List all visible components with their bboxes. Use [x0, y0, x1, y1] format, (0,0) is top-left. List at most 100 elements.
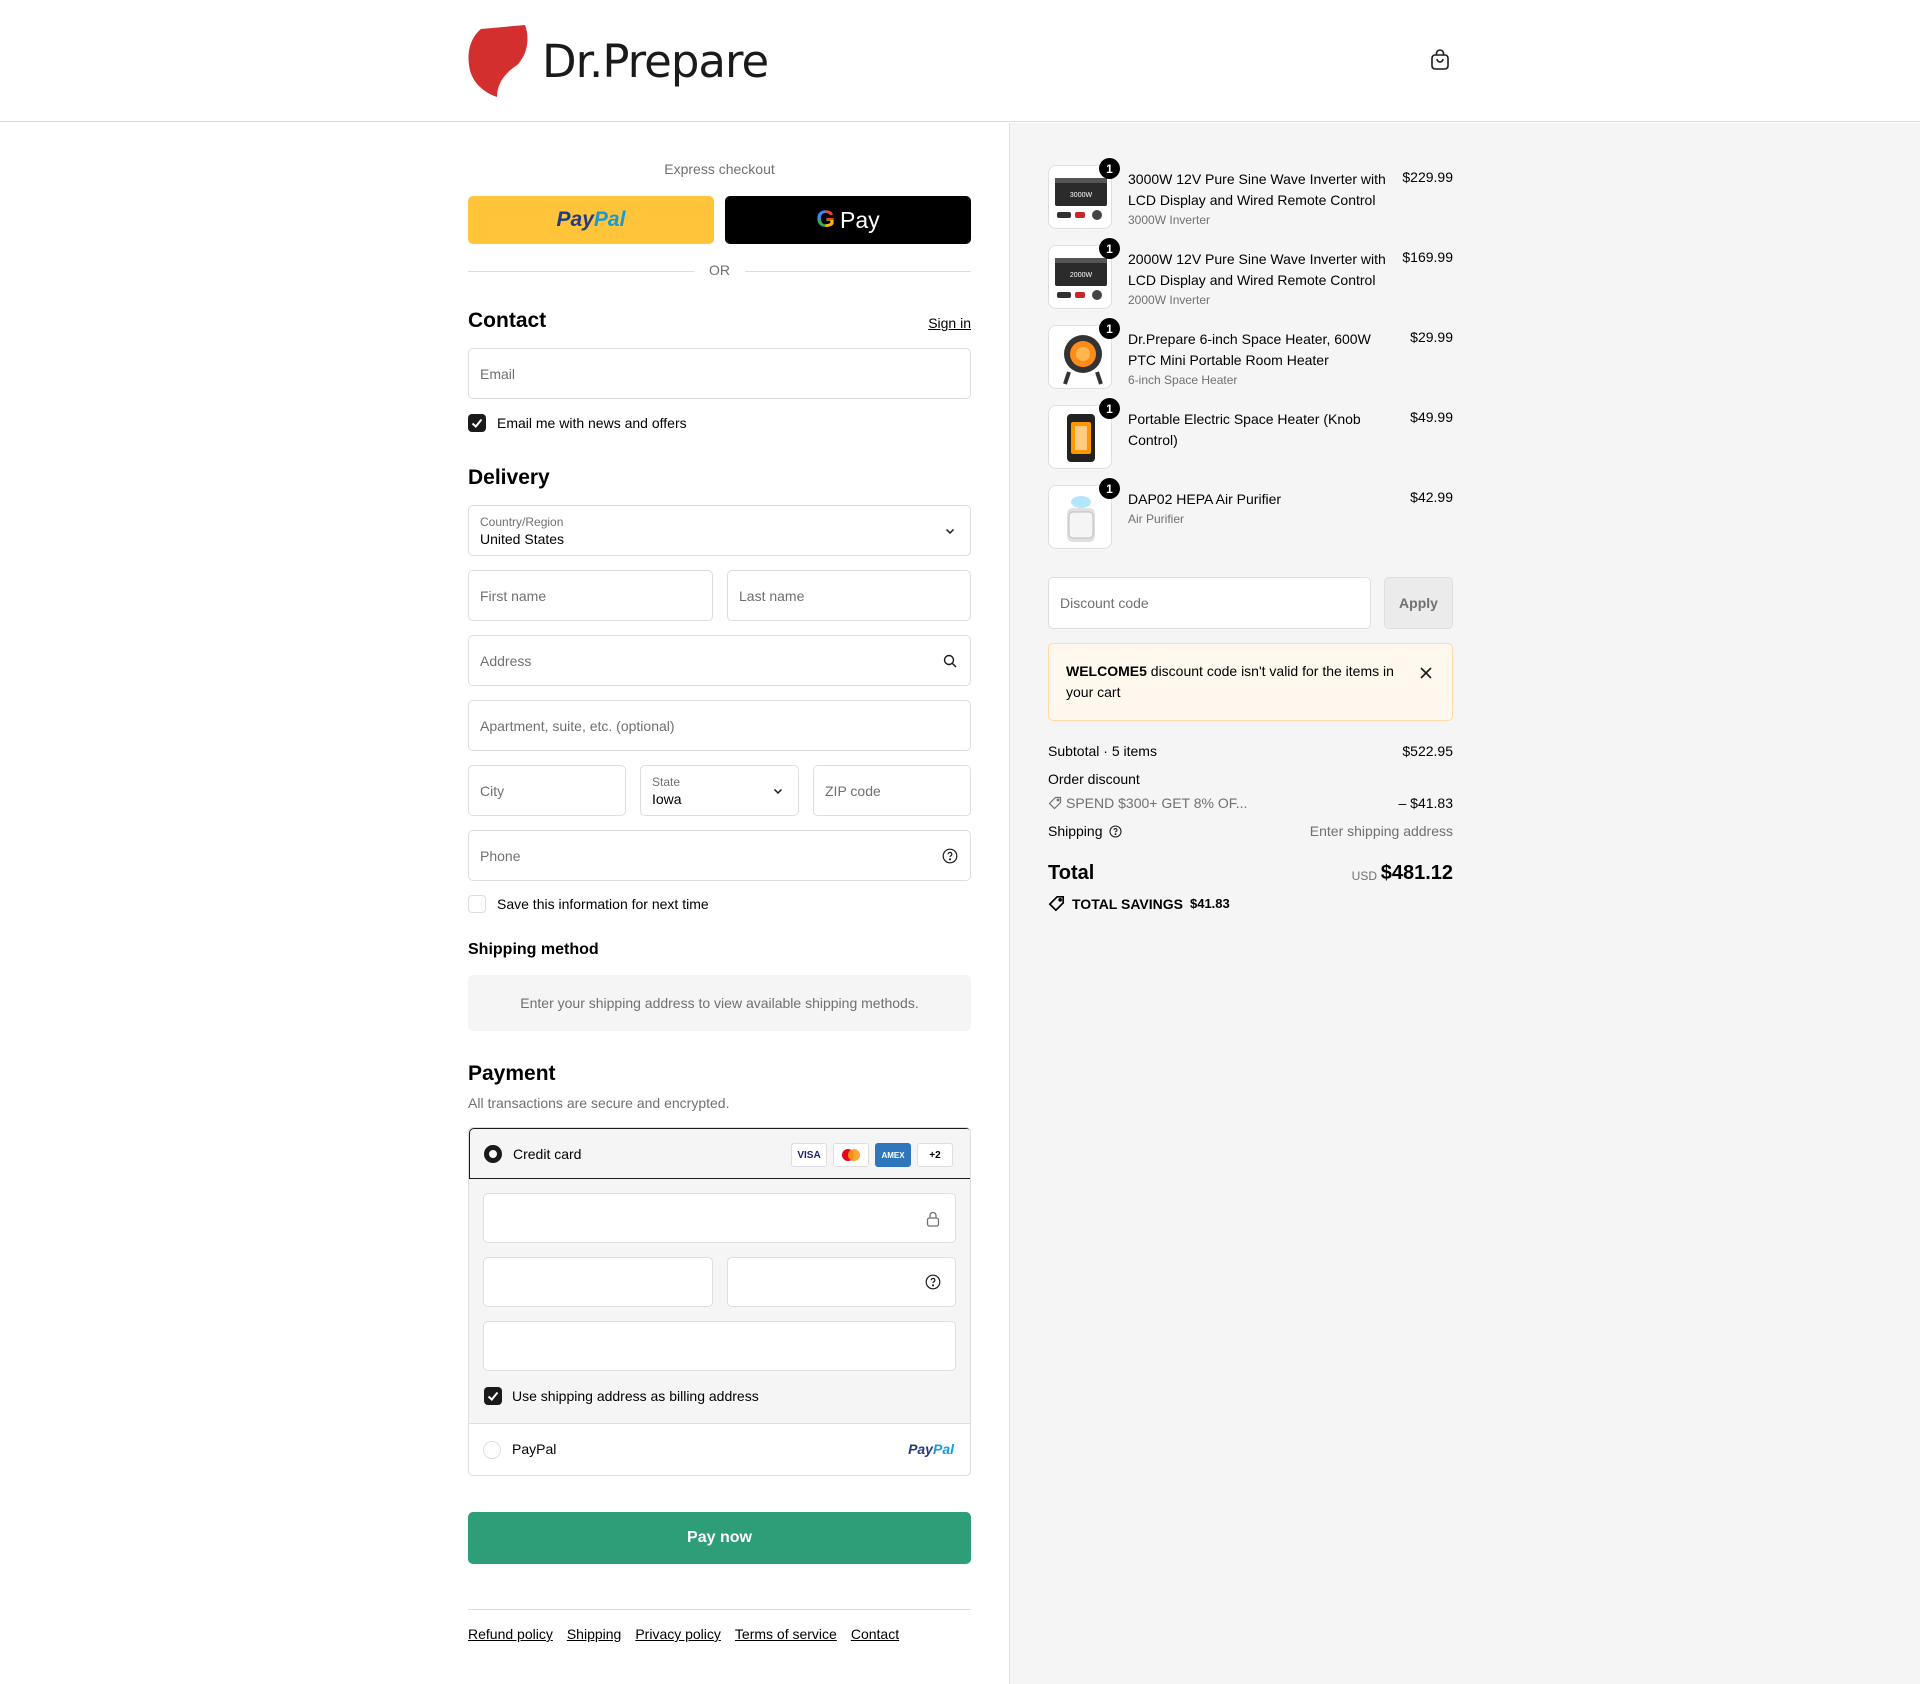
- shipping-label-text: Shipping: [1048, 823, 1103, 839]
- amex-icon: AMEX: [875, 1143, 911, 1167]
- total-value: $481.12: [1380, 862, 1453, 884]
- delivery-title: Delivery: [468, 466, 550, 489]
- item-variant: 3000W Inverter: [1128, 213, 1211, 227]
- refund-policy-link[interactable]: Refund policy: [468, 1626, 553, 1642]
- last-name-field[interactable]: Last name: [727, 570, 971, 621]
- item-name: Dr.Prepare 6-inch Space Heater, 600W PTC…: [1128, 331, 1371, 368]
- city-placeholder: City: [480, 782, 505, 799]
- country-value: United States: [480, 531, 565, 547]
- email-field[interactable]: Email: [468, 348, 971, 399]
- save-info-checkbox[interactable]: [468, 895, 486, 913]
- google-g-icon: G: [816, 206, 836, 233]
- apply-discount-button[interactable]: Apply: [1384, 577, 1453, 629]
- paypal-logo-pal: Pal: [932, 1441, 954, 1457]
- lock-icon: [926, 1211, 940, 1227]
- security-code-field[interactable]: [727, 1257, 956, 1307]
- zip-field[interactable]: ZIP code: [813, 765, 971, 816]
- footer-links: Refund policy Shipping Privacy policy Te…: [468, 1626, 899, 1642]
- item-price: $42.99: [1410, 489, 1453, 505]
- expiration-date-field[interactable]: [483, 1257, 713, 1307]
- paypal-option-label[interactable]: PayPal: [512, 1441, 556, 1457]
- shopping-bag-icon[interactable]: [1428, 48, 1452, 72]
- credit-card-radio[interactable]: [484, 1145, 502, 1163]
- google-pay-button[interactable]: G Pay: [725, 196, 971, 244]
- footer-divider: [468, 1609, 971, 1610]
- zip-placeholder: ZIP code: [825, 782, 881, 799]
- payment-methods: Credit card VISA AMEX +2 Use shipping ad…: [468, 1127, 971, 1476]
- discount-error-notice: WELCOME5 discount code isn't valid for t…: [1048, 643, 1453, 721]
- item-price: $29.99: [1410, 329, 1453, 345]
- credit-card-option[interactable]: Credit card VISA AMEX +2: [469, 1128, 970, 1179]
- state-label: State: [652, 775, 681, 789]
- discount-code-input[interactable]: Discount code: [1048, 577, 1371, 629]
- close-icon[interactable]: [1419, 666, 1433, 680]
- discount-name: SPEND $300+ GET 8% OF...: [1048, 795, 1247, 811]
- address-field[interactable]: Address: [468, 635, 971, 686]
- brand-logo[interactable]: Dr.Prepare: [467, 25, 769, 97]
- discount-error-code: WELCOME5: [1066, 663, 1147, 679]
- help-circle-icon[interactable]: [942, 848, 958, 864]
- shipping-method-title: Shipping method: [468, 941, 599, 958]
- or-divider: OR: [468, 262, 971, 280]
- quantity-badge: 1: [1099, 318, 1120, 339]
- terms-of-service-link[interactable]: Terms of service: [735, 1626, 837, 1642]
- total-currency: USD: [1351, 869, 1377, 883]
- state-select[interactable]: State Iowa: [640, 765, 799, 816]
- item-price: $169.99: [1402, 249, 1453, 265]
- sign-in-link[interactable]: Sign in: [928, 315, 971, 331]
- chevron-down-icon: [945, 528, 955, 534]
- first-name-field[interactable]: First name: [468, 570, 713, 621]
- paypal-radio[interactable]: [483, 1441, 501, 1459]
- credit-card-form: Use shipping address as billing address: [469, 1179, 970, 1424]
- visa-icon: VISA: [791, 1143, 827, 1167]
- credit-card-label: Credit card: [513, 1146, 582, 1162]
- billing-same-label: Use shipping address as billing address: [512, 1388, 759, 1404]
- thumb-label: 2000W: [1070, 272, 1093, 279]
- subtotal-value: $522.95: [1402, 743, 1453, 759]
- tag-icon: [1048, 895, 1065, 912]
- save-info-label: Save this information for next time: [497, 896, 709, 912]
- phone-field[interactable]: Phone: [468, 830, 971, 881]
- name-on-card-field[interactable]: [483, 1321, 956, 1371]
- state-value: Iowa: [652, 791, 682, 807]
- paypal-express-button[interactable]: Pay Pal: [468, 196, 714, 244]
- country-select[interactable]: Country/Region United States: [468, 505, 971, 556]
- item-variant: Air Purifier: [1128, 512, 1185, 526]
- shipping-policy-link[interactable]: Shipping: [567, 1626, 622, 1642]
- contact-link[interactable]: Contact: [851, 1626, 899, 1642]
- apartment-field[interactable]: Apartment, suite, etc. (optional): [468, 700, 971, 751]
- card-number-field[interactable]: [483, 1193, 956, 1243]
- total-savings: TOTAL SAVINGS $41.83: [1048, 895, 1230, 912]
- paypal-logo-pal: Pal: [593, 208, 626, 231]
- billing-same-checkbox[interactable]: [484, 1387, 502, 1405]
- total-savings-value: $41.83: [1189, 896, 1230, 911]
- item-price: $49.99: [1410, 409, 1453, 425]
- item-name: 2000W 12V Pure Sine Wave Inverter with L…: [1128, 251, 1386, 288]
- more-cards-badge: +2: [917, 1143, 953, 1167]
- help-circle-icon[interactable]: [1108, 824, 1122, 838]
- shipping-method-notice: Enter your shipping address to view avai…: [468, 975, 971, 1031]
- email-placeholder: Email: [480, 365, 516, 382]
- check-icon: [487, 1391, 499, 1401]
- pay-now-button[interactable]: Pay now: [468, 1512, 971, 1564]
- search-icon: [943, 654, 957, 667]
- newsletter-checkbox[interactable]: [468, 414, 486, 432]
- quantity-badge: 1: [1099, 478, 1120, 499]
- discount-code-placeholder: Discount code: [1060, 595, 1149, 611]
- total-label: Total: [1048, 862, 1095, 884]
- payment-subtitle: All transactions are secure and encrypte…: [468, 1095, 730, 1111]
- chevron-down-icon: [773, 788, 783, 794]
- item-name: Portable Electric Space Heater (Knob Con…: [1128, 411, 1361, 448]
- first-name-placeholder: First name: [480, 587, 547, 604]
- item-variant: 2000W Inverter: [1128, 293, 1211, 307]
- order-discount-label: Order discount: [1048, 771, 1140, 787]
- help-circle-icon[interactable]: [925, 1274, 941, 1290]
- privacy-policy-link[interactable]: Privacy policy: [635, 1626, 721, 1642]
- shield-logo-icon: [468, 25, 528, 97]
- last-name-placeholder: Last name: [739, 587, 805, 604]
- paypal-logo-pay: Pay: [556, 208, 594, 231]
- item-name: 3000W 12V Pure Sine Wave Inverter with L…: [1128, 171, 1386, 208]
- address-placeholder: Address: [480, 652, 532, 669]
- gpay-label: Pay: [840, 206, 880, 233]
- city-field[interactable]: City: [468, 765, 626, 816]
